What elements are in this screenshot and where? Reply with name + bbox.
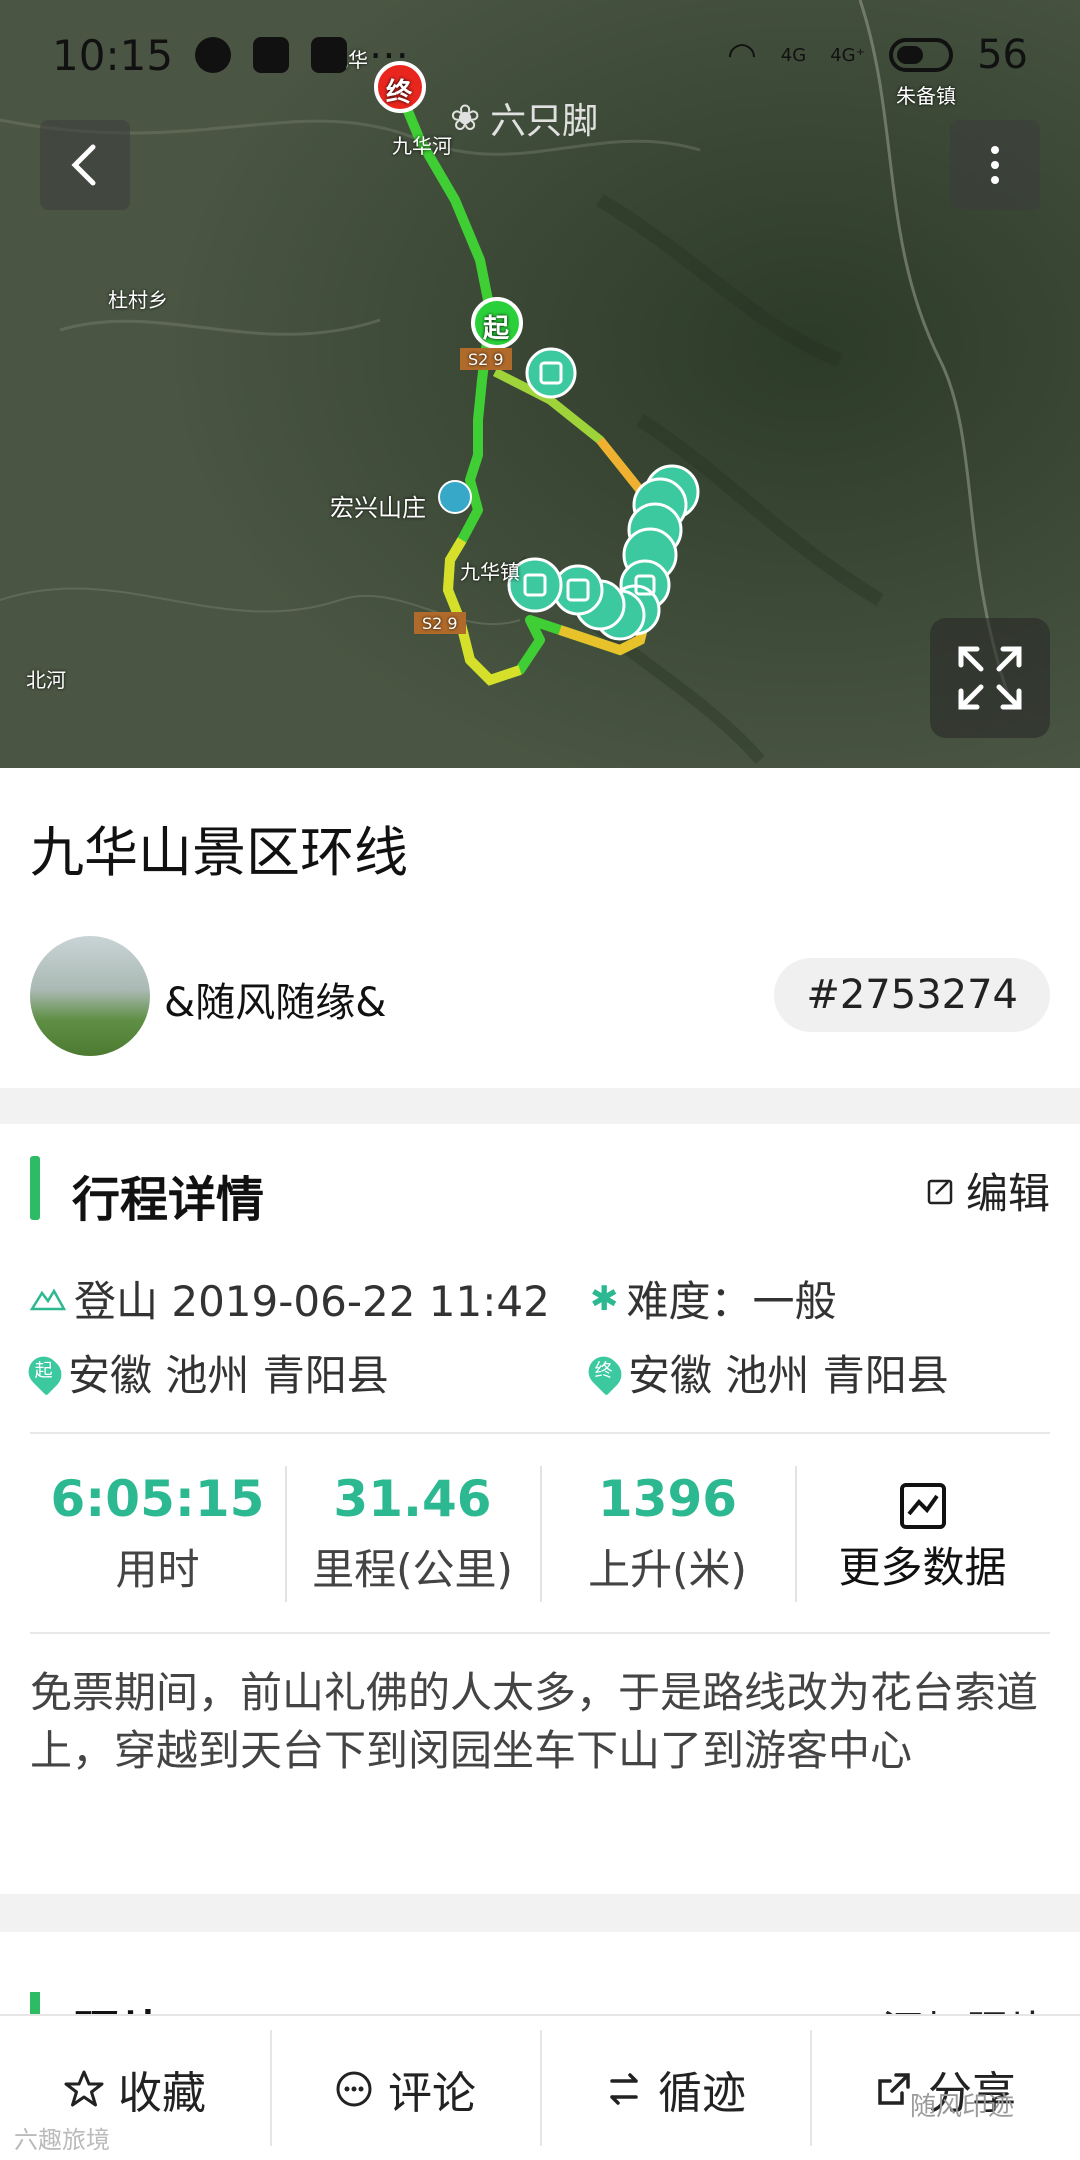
stat-duration-label: 用时 [115,1545,200,1594]
divider [30,1432,1050,1434]
divider [30,1632,1050,1634]
follow-track-label: 循迹 [658,2068,746,2119]
start-place-text: 安徽 池州 青阳县 [68,1351,389,1400]
comment-button[interactable]: 评论 [270,2016,540,2160]
status-time: 10:15 [52,30,174,80]
puzzle-icon: ✱ [590,1278,619,1319]
comment-icon [336,2071,372,2107]
route-id-badge: #2753274 [774,958,1050,1032]
difficulty-text: 难度：一般 [626,1277,837,1326]
map-brand-label: 六只脚 [490,101,599,142]
edit-label: 编辑 [965,1169,1050,1218]
wechat-icon [195,37,232,73]
battery-level: 56 [977,32,1028,78]
star-icon [64,2070,104,2107]
road-label-2: S2 9 [422,614,458,633]
share-icon [878,2073,910,2105]
follow-track-button[interactable]: 循迹 [540,2016,810,2160]
road-label-1: S2 9 [468,350,504,369]
route-map[interactable]: 起 终 S2 9 S2 9 杜村乡 宏兴山庄 九华镇 北河 朱备镇 九华河 九华… [0,0,1080,768]
battery-icon [889,38,954,72]
map-label-dutun: 杜村乡 [108,288,168,312]
trip-description: 免票期间，前山礼佛的人太多，于是路线改为花台索道上，穿越到天台下到闵园坐车下山了… [30,1668,1039,1775]
mountain-icon [30,1288,66,1310]
route-title: 九华山景区环线 [30,821,408,884]
route-header: 九华山景区环线 &随风随缘& #2753274 [0,768,1080,1088]
map-label-hongxing: 宏兴山庄 [330,494,426,522]
watermark-left: 六趣旅境 [14,2126,110,2154]
news-icon [311,37,348,73]
start-place-info: 起 安徽 池州 青阳县 [22,1342,590,1403]
stat-ascent: 1396 上升(米) [540,1462,795,1612]
end-location-icon: 终 [582,1349,628,1396]
wifi-icon: ◠ [727,35,757,75]
avatar[interactable] [30,936,150,1056]
more-options-button[interactable] [950,120,1040,210]
start-marker-label: 起 [483,314,510,344]
stat-duration: 6:05:15 用时 [30,1462,285,1612]
comment-label: 评论 [388,2068,476,2119]
expand-icon [958,646,1022,710]
end-place-text: 安徽 池州 青阳县 [628,1351,949,1400]
track-icon [610,2073,638,2105]
trip-stats: 6:05:15 用时 31.46 里程(公里) 1396 上升(米) 更多数据 [30,1462,1050,1612]
more-data-label: 更多数据 [838,1543,1007,1592]
map-label-beihe: 北河 [26,668,66,692]
edit-button[interactable]: 编辑 [926,1160,1050,1221]
signal-2-label: 4G⁺ [830,44,866,66]
back-button[interactable] [40,120,130,210]
stat-distance-value: 31.46 [333,1470,492,1528]
stat-ascent-value: 1396 [597,1470,738,1528]
activity-text: 登山 2019-06-22 11:42 [74,1277,550,1326]
stat-ascent-label: 上升(米) [588,1545,747,1594]
signal-1-label: 4G [780,44,807,66]
favorite-label: 收藏 [118,2068,206,2119]
vertical-dots-icon [991,146,999,184]
footprint-icon: ❀ [450,97,481,139]
fullscreen-map-button[interactable] [930,618,1050,738]
end-place-info: 终 安徽 池州 青阳县 [582,1342,1050,1403]
more-data-button[interactable]: 更多数据 [795,1462,1050,1612]
chevron-left-icon [71,144,96,186]
map-label-jiuhuahe: 九华河 [392,134,452,158]
difficulty-info: ✱ 难度：一般 [590,1268,1050,1329]
watermark-right: 随风印迹 [910,2092,1015,2122]
section-title: 行程详情 [72,1172,265,1228]
stat-distance: 31.46 里程(公里) [285,1462,540,1612]
stat-duration-value: 6:05:15 [50,1470,265,1528]
map-label-jiuhuazhen: 九华镇 [460,560,520,584]
route-detail-page: 起 终 S2 9 S2 9 杜村乡 宏兴山庄 九华镇 北河 朱备镇 九华河 九华… [0,0,1080,2160]
section-accent-bar [30,1156,40,1220]
info-row-1: 登山 2019-06-22 11:42 ✱ 难度：一般 [30,1268,1050,1329]
username[interactable]: &随风随缘& [164,970,386,1028]
edit-icon [927,1179,953,1204]
start-location-icon: 起 [22,1349,68,1396]
activity-info: 登山 2019-06-22 11:42 [30,1268,590,1329]
app-icon [253,37,290,73]
stat-distance-label: 里程(公里) [312,1545,513,1594]
info-row-2: 起 安徽 池州 青阳县 终 安徽 池州 青阳县 [22,1342,1050,1403]
notification-icons: ⋯ [195,32,409,78]
trip-details-card: 行程详情 编辑 登山 2019-06-22 11:42 ✱ 难度：一般 起 安徽… [0,1124,1080,1894]
chart-icon [899,1483,946,1529]
map-brand: ❀ 六只脚 [450,92,598,144]
more-notifications-icon: ⋯ [369,32,410,78]
